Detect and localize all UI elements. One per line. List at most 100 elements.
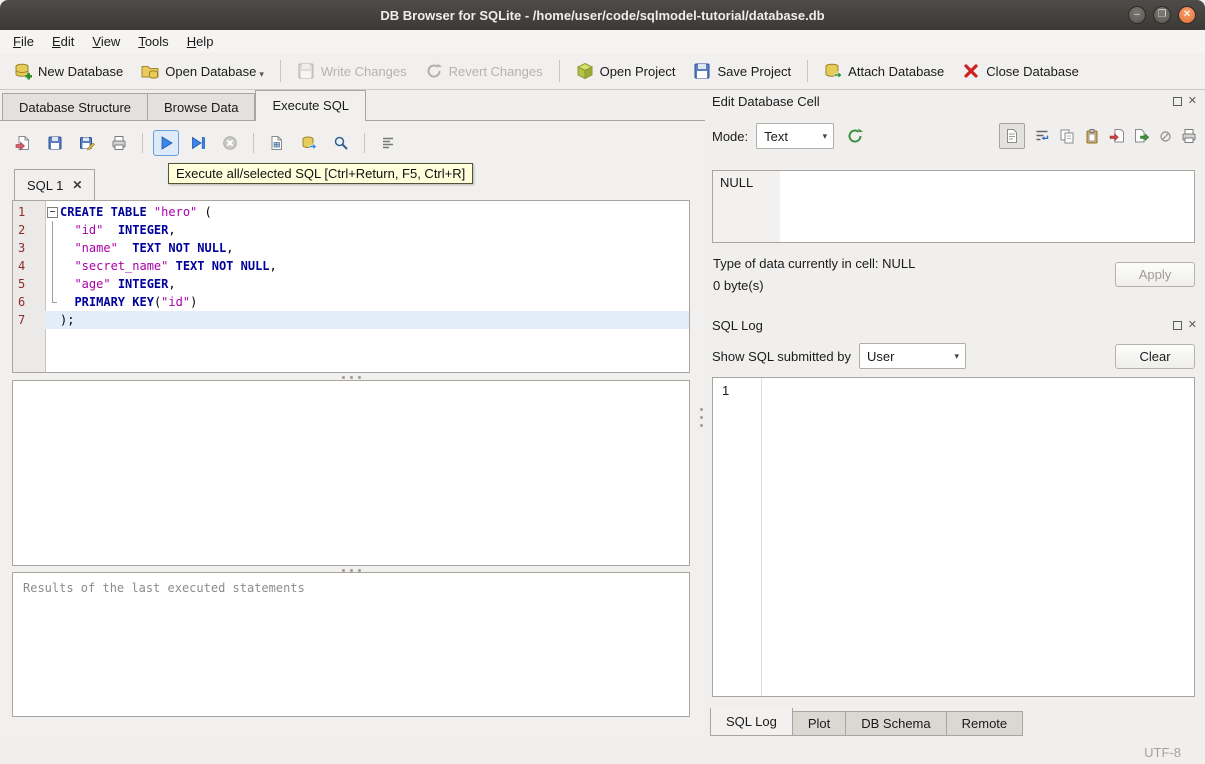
close-database-button[interactable]: Close Database	[954, 56, 1087, 86]
dock-tab-remote[interactable]: Remote	[946, 711, 1024, 736]
copy-cell-icon[interactable]	[1059, 128, 1075, 144]
toolbar-separator	[807, 60, 809, 82]
line-number: 1	[18, 205, 26, 219]
sql-tab-label: SQL 1	[27, 177, 64, 193]
close-tab-icon[interactable]: ✕	[72, 179, 82, 191]
fold-marker-icon[interactable]	[45, 203, 60, 221]
sql-log-gutter: 1	[713, 378, 762, 696]
print-sql-button[interactable]	[106, 130, 132, 156]
stop-execution-button	[217, 130, 243, 156]
close-database-label: Close Database	[986, 63, 1079, 79]
toolbar-separator	[558, 60, 560, 82]
vertical-splitter[interactable]	[698, 402, 704, 432]
print-icon	[111, 135, 127, 151]
sql-toolbar	[10, 128, 401, 158]
set-null-icon[interactable]	[1159, 130, 1172, 143]
fold-marker-icon	[45, 257, 60, 275]
mode-combo[interactable]: Text ▾	[756, 123, 835, 149]
revert-changes-label: Revert Changes	[448, 63, 543, 79]
find-replace-button[interactable]	[328, 130, 354, 156]
float-dock-icon[interactable]	[1172, 96, 1182, 106]
revert-changes-icon	[425, 62, 443, 80]
editor-line[interactable]: 7);	[13, 311, 689, 329]
cell-size-info: 0 byte(s)	[713, 278, 764, 293]
open-database-button[interactable]: Open Database ▾	[133, 56, 272, 86]
app-window: DB Browser for SQLite - /home/user/code/…	[0, 0, 1205, 764]
tab-execute-sql[interactable]: Execute SQL	[255, 90, 367, 121]
sql-document-tab[interactable]: SQL 1 ✕	[14, 169, 96, 200]
text-view-toggle[interactable]	[999, 123, 1025, 149]
cell-value: NULL	[720, 175, 754, 190]
write-changes-button: Write Changes	[289, 56, 415, 86]
titlebar[interactable]: DB Browser for SQLite - /home/user/code/…	[0, 0, 1205, 30]
print-cell-icon[interactable]	[1181, 128, 1197, 144]
left-panel: Database Structure Browse Data Execute S…	[0, 90, 705, 741]
code-text: "age" INTEGER,	[74, 277, 176, 291]
revert-changes-button: Revert Changes	[417, 56, 551, 86]
apply-button: Apply	[1115, 262, 1195, 287]
export-cell-icon[interactable]	[1134, 128, 1150, 144]
open-project-button[interactable]: Open Project	[568, 56, 684, 86]
paste-cell-icon[interactable]	[1084, 128, 1100, 144]
toolbar-separator	[253, 133, 254, 153]
fold-marker-icon	[45, 221, 60, 239]
sql-log-view[interactable]: 1	[712, 377, 1195, 697]
dock-tabbar: SQL Log Plot DB Schema Remote	[710, 706, 1024, 736]
open-sql-file-button[interactable]	[10, 130, 36, 156]
close-window-button[interactable]: ✕	[1178, 6, 1196, 24]
menu-view[interactable]: View	[83, 30, 129, 53]
dock-tab-sql-log[interactable]: SQL Log	[710, 708, 793, 736]
close-dock-icon[interactable]: ✕	[1188, 95, 1197, 107]
editor-line[interactable]: 4 "secret_name" TEXT NOT NULL,	[13, 257, 689, 275]
maximize-button[interactable]: ❐	[1153, 6, 1171, 24]
cell-type-info: Type of data currently in cell: NULL	[713, 256, 916, 271]
close-icon: ✕	[1182, 9, 1192, 20]
save-sql-file-as-button[interactable]	[74, 130, 100, 156]
window-title: DB Browser for SQLite - /home/user/code/…	[380, 7, 825, 23]
execute-current-line-button[interactable]	[185, 130, 211, 156]
attach-database-button[interactable]: Attach Database	[816, 56, 952, 86]
tab-browse-data[interactable]: Browse Data	[148, 93, 256, 121]
encoding-indicator[interactable]: UTF-8	[1144, 745, 1181, 760]
editor-line[interactable]: 6 PRIMARY KEY("id")	[13, 293, 689, 311]
save-project-button[interactable]: Save Project	[685, 56, 799, 86]
import-cell-icon[interactable]	[1109, 128, 1125, 144]
minimize-button[interactable]: –	[1128, 6, 1146, 24]
editor-line[interactable]: 1 CREATE TABLE "hero" (	[13, 203, 689, 221]
apply-cell-format-icon[interactable]	[846, 127, 864, 145]
editor-line[interactable]: 3 "name" TEXT NOT NULL,	[13, 239, 689, 257]
cell-toolbar	[999, 123, 1197, 149]
editor-line[interactable]: 2 "id" INTEGER,	[13, 221, 689, 239]
menu-help[interactable]: Help	[178, 30, 223, 53]
clear-button[interactable]: Clear	[1115, 343, 1195, 369]
open-database-dropdown-arrow[interactable]: ▾	[259, 62, 264, 86]
code-text: PRIMARY KEY("id")	[74, 295, 198, 309]
save-sql-file-button[interactable]	[42, 130, 68, 156]
menu-file[interactable]: File	[4, 30, 43, 53]
statusbar: UTF-8	[0, 741, 1205, 764]
cell-editor[interactable]: NULL	[712, 170, 1195, 243]
editor-line[interactable]: 5 "age" INTEGER,	[13, 275, 689, 293]
save-results-button[interactable]	[264, 130, 290, 156]
format-sql-button[interactable]	[375, 130, 401, 156]
dock-tab-plot[interactable]: Plot	[792, 711, 847, 736]
float-dock-icon[interactable]	[1172, 320, 1182, 330]
close-dock-icon[interactable]: ✕	[1188, 319, 1197, 331]
menu-edit[interactable]: Edit	[43, 30, 83, 53]
combo-arrow-icon: ▾	[954, 350, 959, 361]
cell-editor-gutter: NULL	[713, 171, 780, 242]
export-csv-button[interactable]	[296, 130, 322, 156]
stop-icon	[222, 135, 238, 151]
fold-marker-icon	[45, 293, 60, 311]
word-wrap-icon[interactable]	[1034, 128, 1050, 144]
dock-tab-db-schema[interactable]: DB Schema	[846, 711, 947, 736]
submitted-by-combo[interactable]: User ▾	[858, 343, 966, 369]
execute-all-button[interactable]	[153, 130, 179, 156]
log-line-number: 1	[722, 383, 730, 398]
tab-database-structure[interactable]: Database Structure	[2, 93, 149, 121]
menu-tools[interactable]: Tools	[129, 30, 177, 53]
new-database-button[interactable]: New Database	[6, 56, 131, 86]
code-text: "secret_name" TEXT NOT NULL,	[74, 259, 277, 273]
sql-editor[interactable]: 1 CREATE TABLE "hero" (2 "id" INTEGER, 3 "…	[12, 200, 690, 373]
code-text: );	[60, 313, 75, 327]
